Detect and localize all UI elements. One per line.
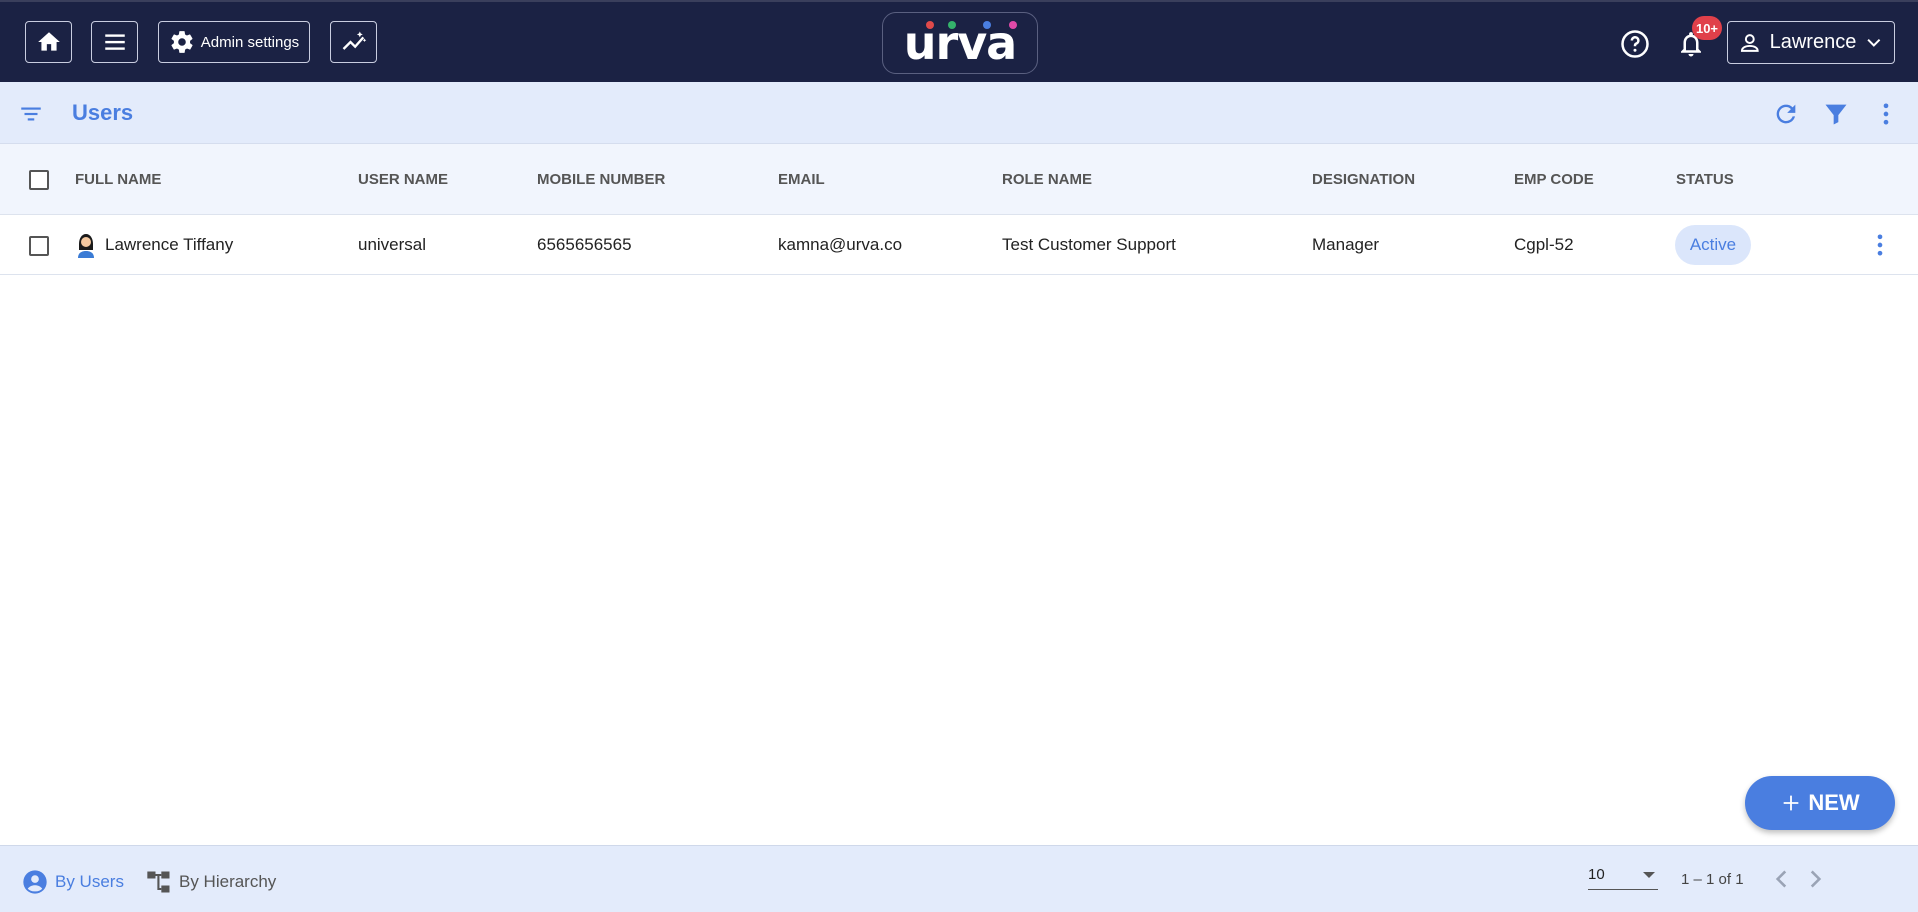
chevron-down-icon — [1867, 38, 1881, 47]
user-name: Lawrence — [1769, 31, 1857, 53]
column-header-full-name[interactable]: FULL NAME — [75, 171, 161, 188]
filter-list-icon[interactable] — [18, 101, 44, 127]
plus-icon — [1783, 795, 1799, 811]
home-icon — [37, 32, 60, 51]
new-button-label: NEW — [1808, 790, 1860, 815]
refresh-icon[interactable] — [1772, 100, 1800, 128]
full-name-cell: Lawrence Tiffany — [105, 235, 234, 254]
hierarchy-icon — [147, 871, 170, 893]
logo-dot-red — [925, 21, 934, 29]
mobile-number-cell: 6565656565 — [537, 235, 632, 254]
role-name-cell: Test Customer Support — [1002, 235, 1176, 254]
new-user-button[interactable]: NEW — [1745, 776, 1895, 830]
account-circle-icon — [23, 870, 47, 894]
table-header: FULL NAME USER NAME MOBILE NUMBER EMAIL … — [0, 144, 1918, 215]
urva-logo: urva — [882, 12, 1038, 74]
pagination-range: 1 – 1 of 1 — [1681, 871, 1744, 888]
column-header-emp-code[interactable]: EMP CODE — [1514, 171, 1594, 188]
table-row[interactable]: Lawrence Tiffany universal 6565656565 ka… — [0, 215, 1918, 275]
select-all-checkbox[interactable] — [29, 170, 49, 190]
status-badge: Active — [1675, 225, 1751, 265]
page-title: Users — [72, 100, 134, 125]
home-button[interactable] — [25, 21, 72, 63]
help-icon[interactable] — [1620, 29, 1650, 59]
menu-button[interactable] — [91, 21, 138, 63]
admin-settings-button[interactable]: Admin settings — [158, 21, 310, 63]
sparkle-chart-icon — [342, 31, 366, 50]
designation-cell: Manager — [1312, 235, 1380, 254]
column-header-role-name[interactable]: ROLE NAME — [1002, 171, 1092, 188]
tab-by-users-label: By Users — [55, 872, 124, 891]
page-size-value: 10 — [1588, 866, 1605, 883]
emp-code-cell: Cgpl-52 — [1514, 235, 1574, 254]
row-checkbox[interactable] — [29, 236, 49, 256]
row-more-vertical-icon[interactable] — [1866, 231, 1894, 259]
dropdown-arrow-icon — [1643, 872, 1655, 878]
more-vertical-icon[interactable] — [1872, 100, 1900, 128]
logo-dot-blue — [982, 21, 991, 29]
next-page-icon[interactable] — [1802, 866, 1828, 892]
logo-dot-green — [947, 21, 956, 29]
filter-funnel-icon[interactable] — [1822, 100, 1850, 128]
admin-settings-label: Admin settings — [200, 33, 300, 51]
logo-text: urva — [903, 16, 1017, 70]
gear-icon — [171, 31, 193, 53]
hamburger-menu-icon — [104, 34, 125, 50]
email-cell: kamna@urva.co — [778, 235, 903, 254]
insights-button[interactable] — [330, 21, 377, 63]
column-header-designation[interactable]: DESIGNATION — [1312, 171, 1415, 188]
footer-bar: By Users By Hierarchy 10 1 – 1 of 1 — [0, 845, 1918, 912]
logo-dot-pink — [1008, 21, 1017, 29]
column-header-email[interactable]: EMAIL — [778, 171, 825, 188]
top-navigation-bar: Admin settings urva 10+ Lawrence — [0, 0, 1918, 82]
column-header-mobile-number[interactable]: MOBILE NUMBER — [537, 171, 665, 188]
tab-by-hierarchy-label: By Hierarchy — [179, 872, 277, 891]
notification-badge: 10+ — [1692, 16, 1722, 40]
column-header-status[interactable]: STATUS — [1676, 171, 1734, 188]
tab-by-users[interactable]: By Users — [21, 868, 124, 896]
page-header: Users — [0, 82, 1918, 144]
tab-by-hierarchy[interactable]: By Hierarchy — [145, 868, 276, 896]
previous-page-icon[interactable] — [1769, 866, 1795, 892]
user-menu-button[interactable]: Lawrence — [1727, 21, 1895, 64]
user-avatar-icon — [78, 234, 94, 258]
user-name-cell: universal — [358, 235, 427, 254]
person-icon — [1740, 33, 1759, 52]
page-size-select[interactable]: 10 — [1588, 866, 1658, 890]
column-header-user-name[interactable]: USER NAME — [358, 171, 448, 188]
